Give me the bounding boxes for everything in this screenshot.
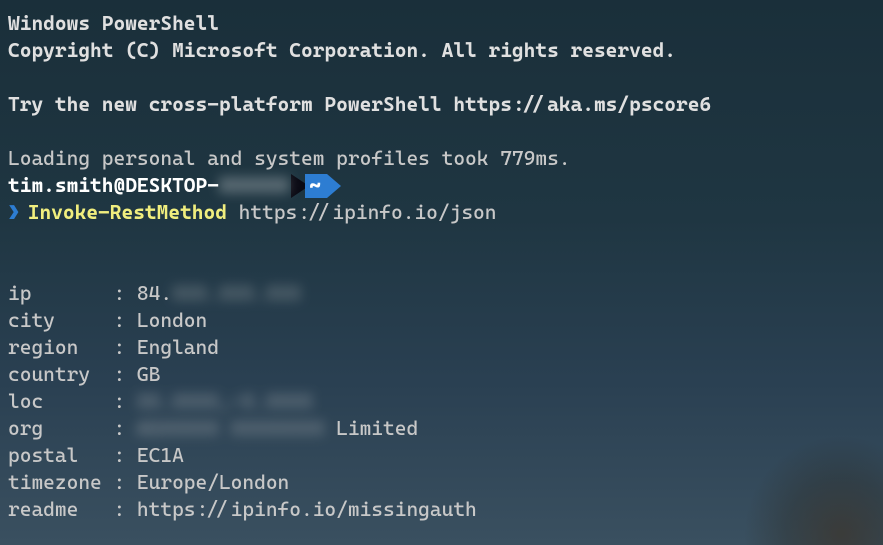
- output-separator: :: [102, 335, 137, 359]
- output-separator: :: [102, 416, 137, 440]
- output-key: org: [8, 416, 102, 440]
- output-value: 84.: [137, 281, 172, 305]
- arrow-tip-icon: [327, 174, 341, 198]
- output-key: loc: [8, 389, 102, 413]
- terminal-output[interactable]: Windows PowerShell Copyright (C) Microso…: [8, 10, 875, 523]
- blank-line: [8, 118, 875, 145]
- output-value: EC1A: [137, 443, 184, 467]
- pscore-hint: Try the new cross-platform PowerShell ht…: [8, 91, 875, 118]
- output-value-redacted: ASXXXXX XXXXXXXX: [137, 416, 325, 440]
- app-title: Windows PowerShell: [8, 10, 875, 37]
- prompt-host-redacted: XXXXXX: [219, 172, 289, 199]
- output-row: org : ASXXXXX XXXXXXXX Limited: [8, 415, 875, 442]
- blank-line: [8, 64, 875, 91]
- prompt-chevron-icon: ❯: [8, 199, 20, 226]
- output-block: ip : 84.XXX.XXX.XXXcity : Londonregion :…: [8, 280, 875, 523]
- output-value-redacted: XX.XXXX,-X.XXXX: [137, 389, 313, 413]
- output-row: loc : XX.XXXX,-X.XXXX: [8, 388, 875, 415]
- output-row: country : GB: [8, 361, 875, 388]
- output-row: postal : EC1A: [8, 442, 875, 469]
- output-key: postal: [8, 443, 102, 467]
- output-separator: :: [102, 443, 137, 467]
- output-value-redacted: XXX.XXX.XXX: [172, 281, 301, 305]
- output-value: https://ipinfo.io/missingauth: [137, 497, 477, 521]
- output-row: city : London: [8, 307, 875, 334]
- command-name: Invoke-RestMethod: [28, 199, 227, 226]
- output-value: GB: [137, 362, 160, 386]
- output-key: ip: [8, 281, 102, 305]
- copyright-line: Copyright (C) Microsoft Corporation. All…: [8, 37, 875, 64]
- profile-load-line: Loading personal and system profiles too…: [8, 145, 875, 172]
- command-input-line[interactable]: ❯ Invoke-RestMethod https://ipinfo.io/js…: [8, 199, 875, 226]
- output-row: readme : https://ipinfo.io/missingauth: [8, 496, 875, 523]
- prompt-cwd: ~: [305, 174, 327, 198]
- output-key: country: [8, 362, 102, 386]
- output-row: ip : 84.XXX.XXX.XXX: [8, 280, 875, 307]
- output-separator: :: [102, 362, 137, 386]
- output-row: timezone : Europe/London: [8, 469, 875, 496]
- output-separator: :: [102, 308, 137, 332]
- output-row: region : England: [8, 334, 875, 361]
- prompt-segment-arrow: ~: [291, 174, 341, 198]
- output-key: region: [8, 335, 102, 359]
- output-key: city: [8, 308, 102, 332]
- output-value-suffix: Limited: [324, 416, 418, 440]
- prompt-user-host: tim.smith@DESKTOP-: [8, 172, 219, 199]
- output-value: London: [137, 308, 207, 332]
- output-separator: :: [102, 389, 137, 413]
- output-separator: :: [102, 497, 137, 521]
- output-value: England: [137, 335, 219, 359]
- prompt-line: tim.smith@DESKTOP-XXXXXX ~: [8, 172, 875, 199]
- output-separator: :: [102, 470, 137, 494]
- command-argument: https://ipinfo.io/json: [239, 199, 497, 226]
- output-value: Europe/London: [137, 470, 289, 494]
- output-key: timezone: [8, 470, 102, 494]
- output-separator: :: [102, 281, 137, 305]
- output-key: readme: [8, 497, 102, 521]
